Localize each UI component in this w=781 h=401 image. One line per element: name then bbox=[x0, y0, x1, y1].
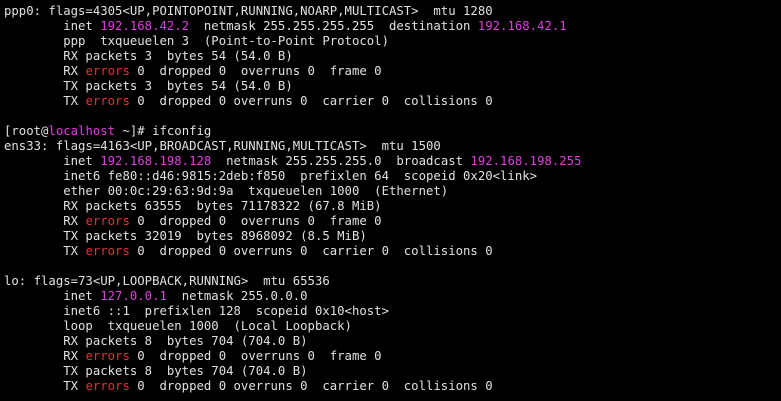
terminal-text: RX packets 8 bytes 704 (704.0 B) bbox=[4, 334, 308, 348]
error-label: errors bbox=[85, 94, 130, 108]
terminal-line: TX errors 0 dropped 0 overruns 0 carrier… bbox=[4, 94, 781, 109]
terminal-line: ens33: flags=4163<UP,BROADCAST,RUNNING,M… bbox=[4, 139, 781, 154]
terminal-line: ppp txqueuelen 3 (Point-to-Point Protoco… bbox=[4, 34, 781, 49]
terminal-text: inet6 fe80::d46:9815:2deb:f850 prefixlen… bbox=[4, 169, 538, 183]
terminal-text: ether 00:0c:29:63:9d:9a txqueuelen 1000 … bbox=[4, 184, 449, 198]
terminal-line: RX packets 8 bytes 704 (704.0 B) bbox=[4, 334, 781, 349]
terminal-text: inet bbox=[4, 154, 101, 168]
terminal-line: TX errors 0 dropped 0 overruns 0 carrier… bbox=[4, 244, 781, 259]
terminal-line: ppp0: flags=4305<UP,POINTOPOINT,RUNNING,… bbox=[4, 4, 781, 19]
terminal-text: ens33: flags=4163<UP,BROADCAST,RUNNING,M… bbox=[4, 139, 441, 153]
terminal-text: inet6 ::1 prefixlen 128 scopeid 0x10<hos… bbox=[4, 304, 389, 318]
highlighted-value: 192.168.42.1 bbox=[477, 19, 567, 33]
terminal-text: 0 dropped 0 overruns 0 carrier 0 collisi… bbox=[129, 379, 493, 393]
terminal-text: ~]# ifconfig bbox=[115, 124, 212, 138]
terminal-text: RX packets 3 bytes 54 (54.0 B) bbox=[4, 49, 293, 63]
error-label: errors bbox=[85, 349, 130, 363]
terminal-text: 0 dropped 0 overruns 0 frame 0 bbox=[129, 64, 382, 78]
highlighted-value: 127.0.0.1 bbox=[100, 289, 167, 303]
terminal-text: TX bbox=[4, 244, 86, 258]
terminal-text: ppp0: flags=4305<UP,POINTOPOINT,RUNNING,… bbox=[4, 4, 493, 18]
terminal-line: RX packets 3 bytes 54 (54.0 B) bbox=[4, 49, 781, 64]
terminal-text: inet bbox=[4, 19, 101, 33]
terminal-line: lo: flags=73<UP,LOOPBACK,RUNNING> mtu 65… bbox=[4, 274, 781, 289]
terminal-line: RX packets 63555 bytes 71178322 (67.8 Mi… bbox=[4, 199, 781, 214]
terminal-line: loop txqueuelen 1000 (Local Loopback) bbox=[4, 319, 781, 334]
terminal-line: inet 192.168.42.2 netmask 255.255.255.25… bbox=[4, 19, 781, 34]
terminal-line: TX packets 8 bytes 704 (704.0 B) bbox=[4, 364, 781, 379]
terminal-text: loop txqueuelen 1000 (Local Loopback) bbox=[4, 319, 352, 333]
terminal-text: RX bbox=[4, 214, 86, 228]
terminal-line: RX errors 0 dropped 0 overruns 0 frame 0 bbox=[4, 349, 781, 364]
terminal-text: RX packets 63555 bytes 71178322 (67.8 Mi… bbox=[4, 199, 382, 213]
terminal-text: lo: flags=73<UP,LOOPBACK,RUNNING> mtu 65… bbox=[4, 274, 330, 288]
terminal-text: TX packets 32019 bytes 8968092 (8.5 MiB) bbox=[4, 229, 367, 243]
terminal-text: 0 dropped 0 overruns 0 carrier 0 collisi… bbox=[129, 94, 493, 108]
terminal-line: RX errors 0 dropped 0 overruns 0 frame 0 bbox=[4, 214, 781, 229]
terminal-line: TX packets 32019 bytes 8968092 (8.5 MiB) bbox=[4, 229, 781, 244]
error-label: errors bbox=[85, 214, 130, 228]
terminal-line: inet 192.168.198.128 netmask 255.255.255… bbox=[4, 154, 781, 169]
terminal-text: 0 dropped 0 overruns 0 carrier 0 collisi… bbox=[129, 244, 493, 258]
terminal-text: RX bbox=[4, 64, 86, 78]
terminal-line: inet6 fe80::d46:9815:2deb:f850 prefixlen… bbox=[4, 169, 781, 184]
terminal-line: TX packets 3 bytes 54 (54.0 B) bbox=[4, 79, 781, 94]
highlighted-value: 192.168.198.255 bbox=[470, 154, 582, 168]
highlighted-value: 192.168.198.128 bbox=[100, 154, 212, 168]
terminal-line: ether 00:0c:29:63:9d:9a txqueuelen 1000 … bbox=[4, 184, 781, 199]
terminal-output[interactable]: ppp0: flags=4305<UP,POINTOPOINT,RUNNING,… bbox=[0, 0, 781, 401]
terminal-line: inet 127.0.0.1 netmask 255.0.0.0 bbox=[4, 289, 781, 304]
terminal-text: TX packets 8 bytes 704 (704.0 B) bbox=[4, 364, 308, 378]
terminal-text: 0 dropped 0 overruns 0 frame 0 bbox=[129, 214, 382, 228]
terminal-text: 0 dropped 0 overruns 0 frame 0 bbox=[129, 349, 382, 363]
terminal-text: TX bbox=[4, 94, 86, 108]
terminal-line: TX errors 0 dropped 0 overruns 0 carrier… bbox=[4, 379, 781, 394]
terminal-line: RX errors 0 dropped 0 overruns 0 frame 0 bbox=[4, 64, 781, 79]
terminal-text: netmask 255.255.255.0 broadcast bbox=[211, 154, 471, 168]
terminal-text: TX packets 3 bytes 54 (54.0 B) bbox=[4, 79, 293, 93]
error-label: errors bbox=[85, 64, 130, 78]
terminal-text: [root@ bbox=[4, 124, 49, 138]
terminal-text: ppp txqueuelen 3 (Point-to-Point Protoco… bbox=[4, 34, 389, 48]
terminal-line: inet6 ::1 prefixlen 128 scopeid 0x10<hos… bbox=[4, 304, 781, 319]
terminal-text: inet bbox=[4, 289, 101, 303]
highlighted-value: 192.168.42.2 bbox=[100, 19, 190, 33]
terminal-text: netmask 255.0.0.0 bbox=[166, 289, 308, 303]
terminal-text: TX bbox=[4, 379, 86, 393]
terminal-text: netmask 255.255.255.255 destination bbox=[189, 19, 478, 33]
error-label: errors bbox=[85, 244, 130, 258]
highlighted-value: localhost bbox=[48, 124, 116, 138]
error-label: errors bbox=[85, 379, 130, 393]
terminal-text: RX bbox=[4, 349, 86, 363]
terminal-line: [root@localhost ~]# ifconfig bbox=[4, 124, 781, 139]
